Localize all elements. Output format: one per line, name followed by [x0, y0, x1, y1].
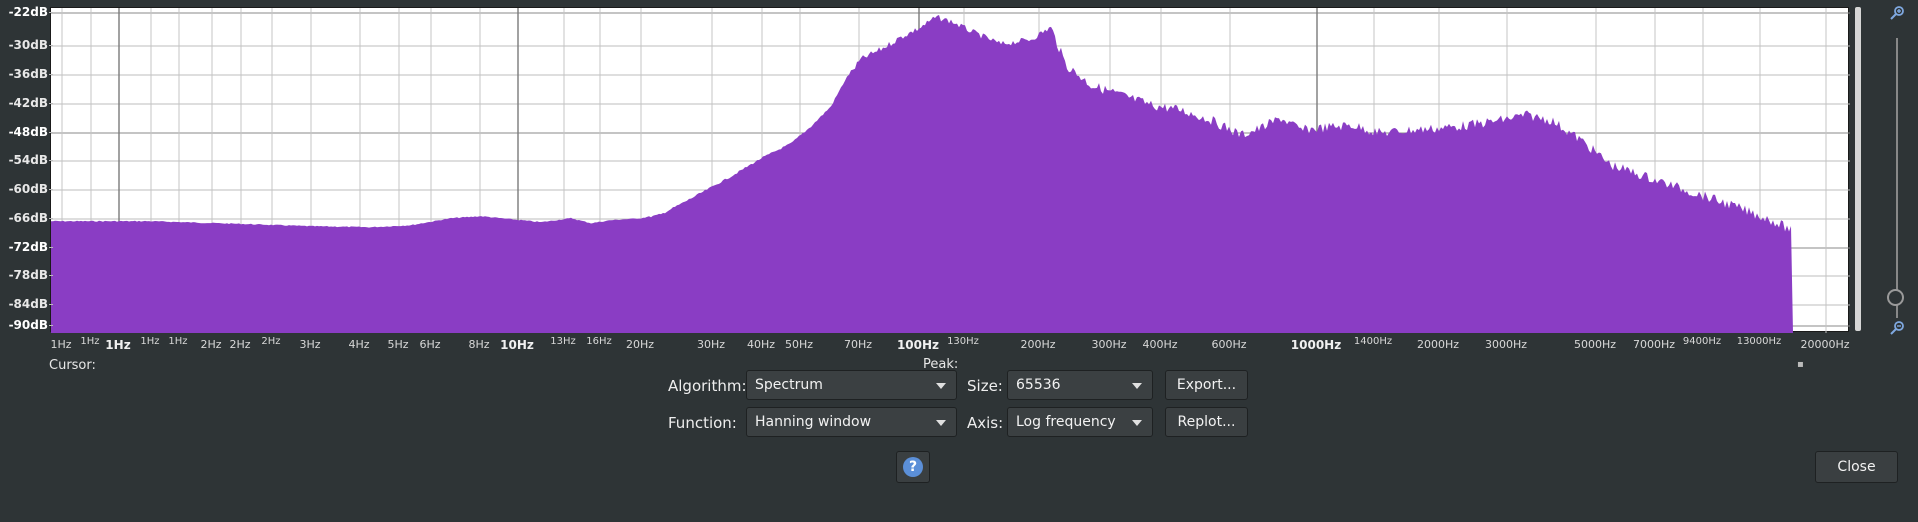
axis-value: Log frequency — [1016, 414, 1116, 430]
x-tick-label: 4Hz — [348, 338, 370, 351]
close-button[interactable]: Close — [1815, 451, 1898, 483]
zoom-out-icon[interactable] — [1889, 320, 1905, 336]
x-tick-label: 1000Hz — [1290, 338, 1342, 352]
zoom-in-icon[interactable] — [1889, 5, 1905, 21]
cursor-readout: Cursor: — [49, 358, 96, 373]
x-tick-label: 1Hz — [140, 336, 160, 347]
x-tick-label: 9400Hz — [1682, 336, 1722, 347]
x-tick-label: 2000Hz — [1416, 338, 1460, 351]
x-tick-label: 300Hz — [1091, 338, 1127, 351]
y-tick-label: -84dB — [0, 297, 53, 311]
x-tick-label: 13Hz — [550, 336, 576, 347]
x-tick-label: 50Hz — [784, 338, 814, 351]
x-tick-label: 40Hz — [746, 338, 776, 351]
dropdown-arrow-icon — [936, 420, 946, 426]
y-tick-label: -72dB — [0, 240, 53, 254]
function-select[interactable]: Hanning window — [746, 407, 957, 437]
replot-button[interactable]: Replot... — [1165, 407, 1248, 437]
function-value: Hanning window — [755, 414, 872, 430]
x-tick-label: 3Hz — [299, 338, 321, 351]
y-tick-label: -60dB — [0, 182, 53, 196]
y-tick-label: -48dB — [0, 125, 53, 139]
algorithm-value: Spectrum — [755, 377, 823, 393]
axis-label: Axis: — [967, 414, 1004, 432]
x-tick-label: 1Hz — [50, 338, 72, 351]
vertical-scrollbar[interactable] — [1855, 7, 1861, 331]
x-tick-label: 1Hz — [105, 338, 131, 352]
x-tick-label: 13000Hz — [1736, 336, 1782, 347]
x-tick-label: 5000Hz — [1573, 338, 1617, 351]
spectrum-area — [51, 15, 1793, 333]
x-tick-label: 2Hz — [229, 338, 251, 351]
resize-grip-icon: ▪ — [1797, 359, 1804, 370]
x-tick-label: 1400Hz — [1353, 336, 1393, 347]
x-tick-label: 400Hz — [1142, 338, 1178, 351]
help-icon: ? — [903, 457, 923, 477]
y-tick-label: -36dB — [0, 67, 53, 81]
y-tick-label: -22dB — [0, 5, 53, 19]
x-tick-label: 6Hz — [419, 338, 441, 351]
y-tick-label: -90dB — [0, 318, 53, 332]
zoom-slider-handle[interactable] — [1887, 289, 1904, 306]
size-label: Size: — [967, 377, 1003, 395]
x-tick-label: 3000Hz — [1484, 338, 1528, 351]
y-tick-label: -78dB — [0, 268, 53, 282]
x-tick-label: 30Hz — [696, 338, 726, 351]
x-tick-label: 130Hz — [947, 336, 979, 347]
size-select[interactable]: 65536 — [1007, 370, 1153, 400]
x-tick-label: 200Hz — [1020, 338, 1056, 351]
export-button[interactable]: Export... — [1165, 370, 1248, 400]
spectrum-plot[interactable] — [50, 7, 1850, 333]
x-tick-label: 100Hz — [896, 338, 940, 352]
x-tick-label: 70Hz — [843, 338, 873, 351]
x-tick-label: 10Hz — [500, 338, 534, 352]
y-tick-label: -30dB — [0, 38, 53, 52]
x-tick-label: 600Hz — [1211, 338, 1247, 351]
y-tick-label: -42dB — [0, 96, 53, 110]
dropdown-arrow-icon — [1132, 383, 1142, 389]
x-tick-label: 2Hz — [200, 338, 222, 351]
y-tick-label: -66dB — [0, 211, 53, 225]
help-button[interactable]: ? — [896, 451, 930, 483]
y-tick-label: -54dB — [0, 153, 53, 167]
spectrum-graph — [51, 8, 1850, 333]
axis-select[interactable]: Log frequency — [1007, 407, 1153, 437]
x-tick-label: 8Hz — [468, 338, 490, 351]
function-label: Function: — [668, 414, 737, 432]
dropdown-arrow-icon — [1132, 420, 1142, 426]
dropdown-arrow-icon — [936, 383, 946, 389]
x-tick-label: 16Hz — [586, 336, 612, 347]
algorithm-select[interactable]: Spectrum — [746, 370, 957, 400]
x-tick-label: 20Hz — [625, 338, 655, 351]
x-tick-label: 7000Hz — [1632, 338, 1676, 351]
x-tick-label: 2Hz — [261, 336, 281, 347]
x-tick-label: 1Hz — [168, 336, 188, 347]
x-tick-label: 20000Hz — [1800, 338, 1850, 351]
x-tick-label: 1Hz — [80, 336, 100, 347]
zoom-slider-track[interactable] — [1896, 38, 1898, 318]
x-tick-label: 5Hz — [387, 338, 409, 351]
size-value: 65536 — [1016, 377, 1061, 393]
algorithm-label: Algorithm: — [668, 377, 747, 395]
